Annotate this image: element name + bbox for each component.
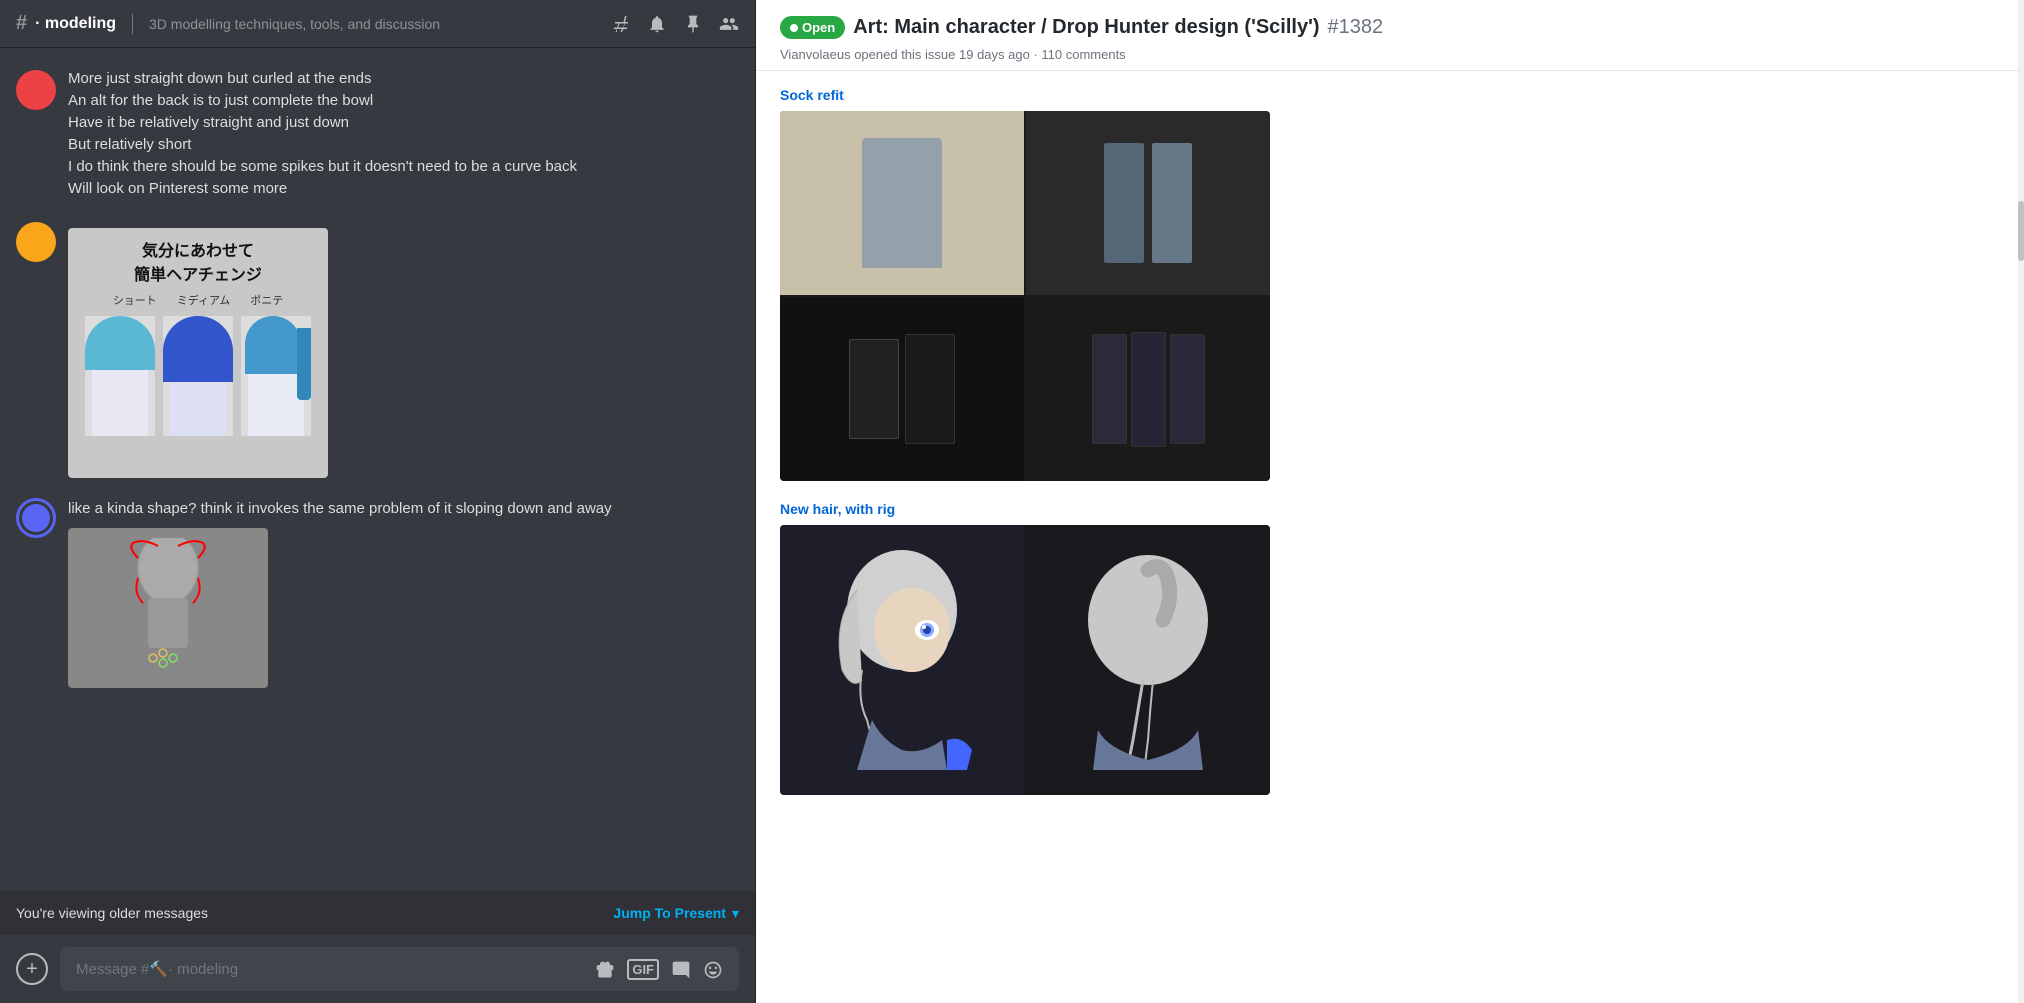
avatar bbox=[16, 498, 56, 538]
hair-style-image[interactable]: 気分にあわせて簡単ヘアチェンジ ショート ミディアム ポニテ bbox=[68, 228, 739, 478]
message-text: Have it be relatively straight and just … bbox=[68, 112, 739, 134]
message-group: More just straight down but curled at th… bbox=[16, 64, 739, 204]
message-group: 気分にあわせて簡単ヘアチェンジ ショート ミディアム ポニテ bbox=[16, 216, 739, 482]
sock-section: Sock refit bbox=[780, 87, 2001, 481]
message-input-box[interactable]: Message #🔨· modeling GIF bbox=[60, 947, 739, 991]
avatar bbox=[16, 222, 56, 262]
issue-title-row: Open Art: Main character / Drop Hunter d… bbox=[780, 16, 2001, 39]
sock-image-grid bbox=[780, 111, 1270, 481]
pin-icon[interactable] bbox=[683, 13, 703, 34]
message-text: I do think there should be some spikes b… bbox=[68, 156, 739, 178]
jump-to-present-button[interactable]: Jump To Present ▾ bbox=[613, 905, 739, 922]
messages-area: More just straight down but curled at th… bbox=[0, 48, 755, 891]
open-badge-label: Open bbox=[802, 20, 835, 35]
input-icons: GIF bbox=[595, 958, 723, 979]
channel-name: · modeling bbox=[35, 15, 116, 33]
discord-chat-panel: # · modeling 3D modelling techniques, to… bbox=[0, 0, 755, 1003]
open-dot bbox=[790, 24, 798, 32]
older-messages-bar: You're viewing older messages Jump To Pr… bbox=[0, 891, 755, 935]
message-input-area: + Message #🔨· modeling GIF bbox=[0, 935, 755, 1003]
hair-label-3: ポニテ bbox=[250, 292, 283, 308]
older-messages-text: You're viewing older messages bbox=[16, 905, 208, 921]
issue-number: #1382 bbox=[1328, 16, 1384, 39]
message-text: But relatively short bbox=[68, 134, 739, 156]
issue-open-badge: Open bbox=[780, 16, 845, 39]
hair-rig-section-label[interactable]: New hair, with rig bbox=[780, 501, 2001, 517]
github-issue-panel: Open Art: Main character / Drop Hunter d… bbox=[756, 0, 2024, 1003]
header-icons bbox=[611, 13, 739, 34]
issue-body[interactable]: Sock refit bbox=[756, 71, 2024, 1003]
message-content: More just straight down but curled at th… bbox=[68, 68, 739, 200]
message-content: like a kinda shape? think it invokes the… bbox=[68, 498, 739, 688]
issue-meta: Vianvolaeus opened this issue 19 days ag… bbox=[780, 47, 2001, 62]
message-group: like a kinda shape? think it invokes the… bbox=[16, 494, 739, 692]
sock-image-cell-3 bbox=[780, 297, 1024, 481]
message-text: like a kinda shape? think it invokes the… bbox=[68, 498, 739, 520]
chevron-down-icon: ▾ bbox=[732, 905, 739, 922]
sticker-icon[interactable] bbox=[671, 958, 691, 979]
issue-meta-text: Vianvolaeus opened this issue 19 days ag… bbox=[780, 47, 1126, 62]
hair-label-1: ショート bbox=[113, 292, 157, 308]
message-text: More just straight down but curled at th… bbox=[68, 68, 739, 90]
jump-to-present-label: Jump To Present bbox=[613, 905, 726, 921]
hair-rig-section: New hair, with rig bbox=[780, 501, 2001, 795]
sock-image-cell-2 bbox=[1026, 111, 1270, 295]
channel-hash-icon: # bbox=[16, 12, 27, 35]
message-input-placeholder: Message #🔨· modeling bbox=[76, 960, 238, 978]
hair-rig-image bbox=[780, 525, 1270, 795]
github-issue-content: Open Art: Main character / Drop Hunter d… bbox=[756, 0, 2024, 1003]
sock-image-cell-1 bbox=[780, 111, 1024, 295]
notification-bell-icon[interactable] bbox=[647, 13, 667, 34]
hair-rig-left bbox=[780, 525, 1024, 795]
avatar bbox=[16, 70, 56, 110]
add-content-button[interactable]: + bbox=[16, 953, 48, 985]
hair-label-2: ミディアム bbox=[177, 292, 230, 308]
issue-title-bar: Open Art: Main character / Drop Hunter d… bbox=[756, 0, 2024, 71]
add-channel-icon[interactable] bbox=[611, 13, 631, 34]
channel-topic: 3D modelling techniques, tools, and disc… bbox=[149, 16, 440, 32]
members-icon[interactable] bbox=[719, 13, 739, 34]
issue-title: Art: Main character / Drop Hunter design… bbox=[853, 16, 1319, 39]
message-text: Will look on Pinterest some more bbox=[68, 178, 739, 200]
gif-icon[interactable]: GIF bbox=[627, 959, 659, 980]
sock-section-label[interactable]: Sock refit bbox=[780, 87, 2001, 103]
header-divider bbox=[132, 14, 133, 34]
sock-image-cell-4 bbox=[1026, 297, 1270, 481]
gift-icon[interactable] bbox=[595, 958, 615, 979]
scrollbar-thumb[interactable] bbox=[2018, 201, 2024, 261]
message-text: An alt for the back is to just complete … bbox=[68, 90, 739, 112]
scrollbar-track bbox=[2018, 0, 2024, 1003]
channel-header: # · modeling 3D modelling techniques, to… bbox=[0, 0, 755, 48]
sketch-image[interactable] bbox=[68, 528, 739, 688]
hair-rig-right bbox=[1026, 525, 1270, 795]
message-content: 気分にあわせて簡単ヘアチェンジ ショート ミディアム ポニテ bbox=[68, 220, 739, 478]
emoji-icon[interactable] bbox=[703, 958, 723, 979]
